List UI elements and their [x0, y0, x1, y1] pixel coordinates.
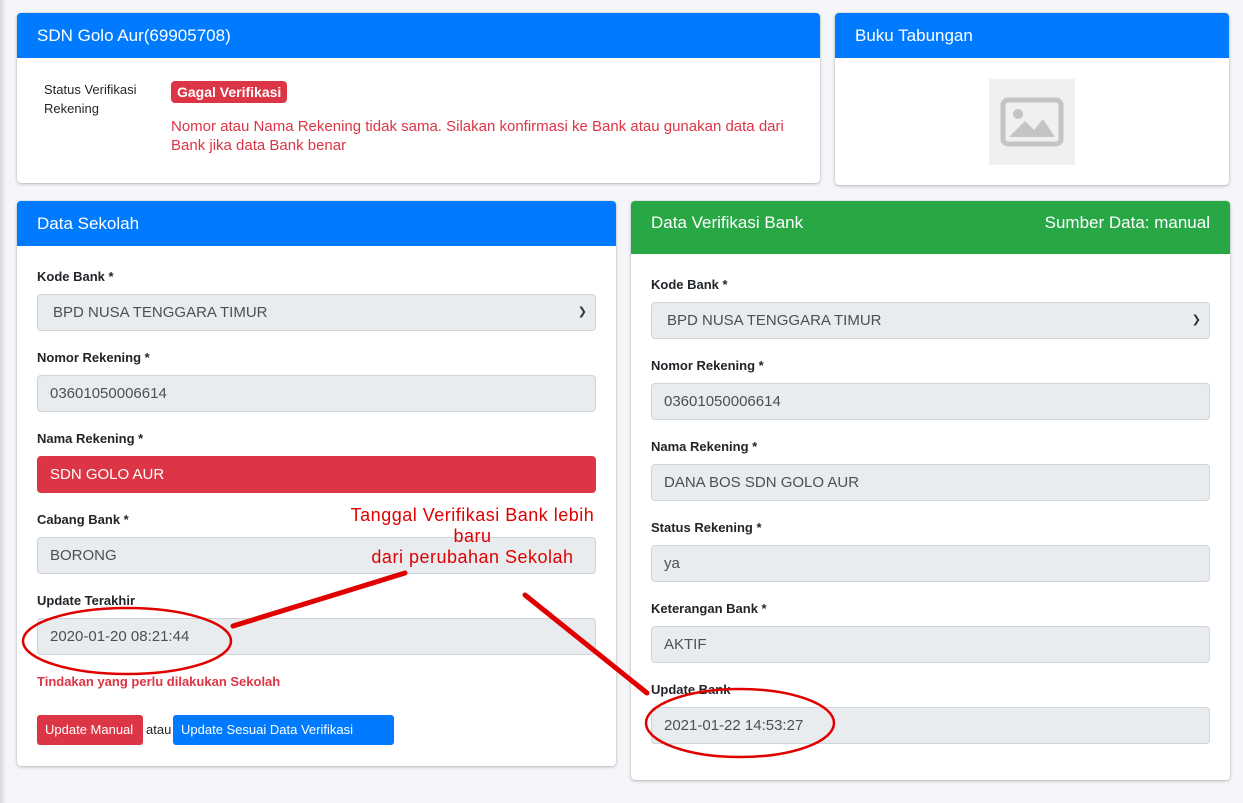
atau-text: atau	[146, 722, 172, 737]
annotation-line-1: Tanggal Verifikasi Bank lebih baru	[350, 505, 595, 546]
annotation-text: Tanggal Verifikasi Bank lebih baru dari …	[330, 505, 615, 568]
data-source-label: Sumber Data: manual	[1044, 213, 1210, 232]
update-manual-button[interactable]: Update Manual	[37, 715, 143, 745]
data-verifikasi-title: Data Verifikasi Bank	[651, 213, 804, 232]
sekolah-nama-rekening-input[interactable]: SDN GOLO AUR	[37, 456, 596, 493]
image-placeholder-icon[interactable]	[989, 79, 1075, 165]
annotation-line-2: dari perubahan Sekolah	[371, 547, 574, 567]
status-verification-label: Status Verifikasi Rekening	[44, 82, 137, 116]
bank-keterangan-input[interactable]: AKTIF	[651, 626, 1210, 663]
data-sekolah-title: Data Sekolah	[17, 201, 616, 246]
sekolah-update-terakhir-label: Update Terakhir	[37, 593, 136, 608]
bank-keterangan-label: Keterangan Bank *	[651, 601, 767, 616]
data-verifikasi-header: Data Verifikasi Bank Sumber Data: manual	[631, 201, 1230, 254]
bank-nomor-rekening-label: Nomor Rekening *	[651, 358, 764, 373]
sekolah-nomor-rekening-label: Nomor Rekening *	[37, 350, 150, 365]
sekolah-kode-bank-select[interactable]: BPD NUSA TENGGARA TIMUR ❯	[37, 294, 596, 331]
sekolah-kode-bank-label: Kode Bank *	[37, 269, 114, 284]
action-required-text: Tindakan yang perlu dilakukan Sekolah	[37, 674, 281, 689]
sekolah-update-terakhir-input[interactable]: 2020-01-20 08:21:44	[37, 618, 596, 655]
school-title: SDN Golo Aur(69905708)	[17, 13, 820, 58]
sekolah-nama-rekening-label: Nama Rekening *	[37, 431, 144, 446]
bank-kode-bank-select[interactable]: BPD NUSA TENGGARA TIMUR ❯	[651, 302, 1210, 339]
status-badge: Gagal Verifikasi	[171, 81, 288, 103]
sekolah-cabang-bank-label: Cabang Bank *	[37, 512, 129, 527]
chevron-down-icon: ❯	[577, 306, 587, 318]
bank-update-label: Update Bank	[651, 682, 731, 697]
bank-kode-bank-value: BPD NUSA TENGGARA TIMUR	[667, 312, 882, 329]
verification-message: Nomor atau Nama Rekening tidak sama. Sil…	[171, 118, 784, 154]
bank-status-rekening-label: Status Rekening *	[651, 520, 762, 535]
chevron-down-icon: ❯	[1191, 314, 1201, 326]
bank-nama-rekening-label: Nama Rekening *	[651, 439, 758, 454]
sekolah-kode-bank-value: BPD NUSA TENGGARA TIMUR	[53, 304, 268, 321]
sekolah-nomor-rekening-input[interactable]: 03601050006614	[37, 375, 596, 412]
bank-kode-bank-label: Kode Bank *	[651, 277, 728, 292]
bank-status-rekening-input[interactable]: ya	[651, 545, 1210, 582]
left-edge	[0, 0, 6, 803]
bank-nomor-rekening-input[interactable]: 03601050006614	[651, 383, 1210, 420]
image-placeholder-icon	[1000, 97, 1064, 147]
update-sesuai-bank-button[interactable]: Update Sesuai Data Verifikasi Bank	[173, 715, 394, 767]
bank-nama-rekening-input[interactable]: DANA BOS SDN GOLO AUR	[651, 464, 1210, 501]
bank-update-input[interactable]: 2021-01-22 14:53:27	[651, 707, 1210, 744]
passbook-title: Buku Tabungan	[835, 13, 1229, 58]
